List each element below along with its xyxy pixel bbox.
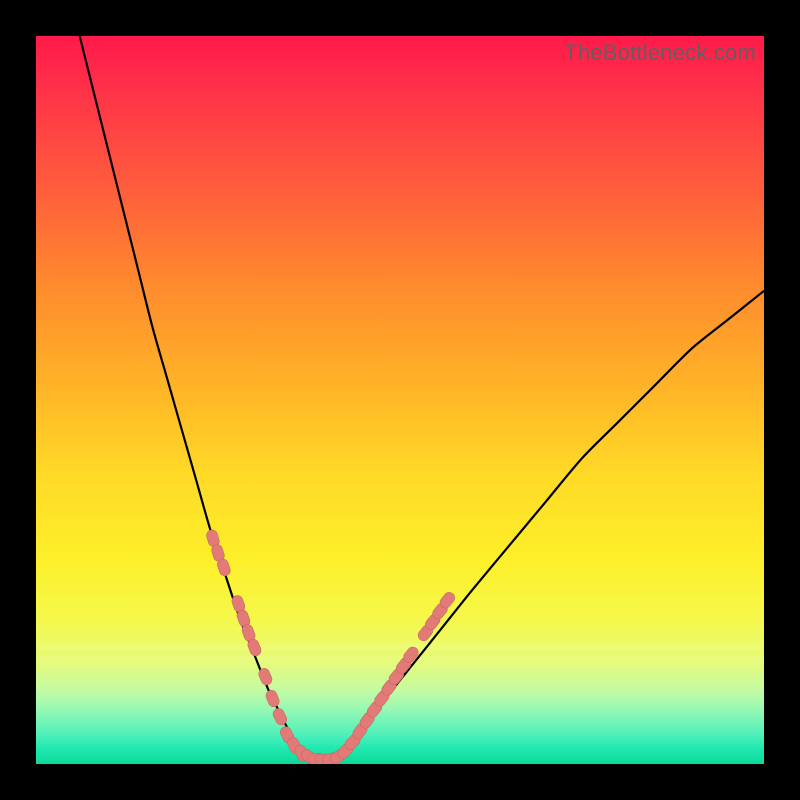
- curve-marker: [264, 689, 281, 709]
- chart-svg: [36, 36, 764, 764]
- chart-plot-area: TheBottleneck.com: [36, 36, 764, 764]
- curve-markers: [205, 529, 457, 764]
- bottleneck-curve: [80, 36, 764, 761]
- chart-outer-frame: TheBottleneck.com: [0, 0, 800, 800]
